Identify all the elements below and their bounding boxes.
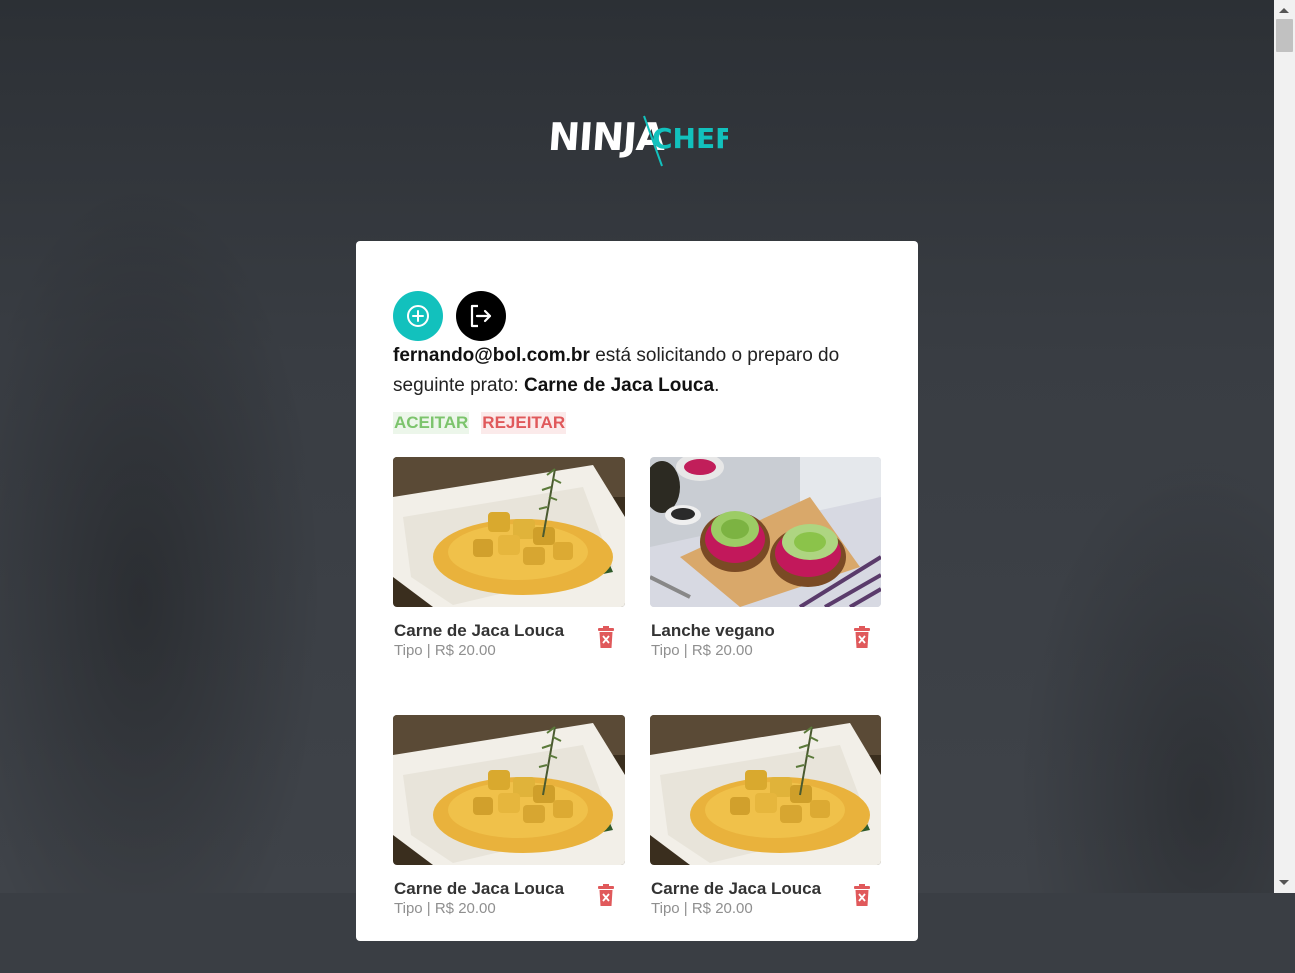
dish-card[interactable]: Carne de Jaca Louca Tipo | R$ 20.00 (650, 715, 881, 973)
dish-card[interactable]: Carne de Jaca Louca Tipo | R$ 20.00 (393, 457, 625, 715)
requested-dish-name: Carne de Jaca Louca (523, 375, 715, 396)
scrollbar-thumb[interactable] (1276, 19, 1293, 52)
add-dish-button[interactable] (393, 291, 443, 341)
dish-grid: Carne de Jaca Louca Tipo | R$ 20.00 Lanc… (393, 457, 882, 973)
plus-circle-icon (407, 305, 429, 327)
svg-text:NINJA: NINJA (548, 115, 668, 159)
logout-icon (470, 304, 492, 328)
delete-icon[interactable] (597, 626, 615, 648)
accept-button[interactable]: ACEITAR (393, 412, 470, 434)
dish-photo (650, 715, 881, 865)
scroll-down-arrow-icon[interactable] (1279, 880, 1289, 885)
logout-button[interactable] (456, 291, 506, 341)
ninjachef-logo: NINJA CHEF (548, 112, 728, 172)
dish-meta: Tipo | R$ 20.00 (651, 642, 753, 659)
reject-button[interactable]: REJEITAR (481, 412, 567, 434)
dish-photo (393, 457, 625, 607)
dish-meta: Tipo | R$ 20.00 (651, 900, 753, 917)
dish-meta: Tipo | R$ 20.00 (394, 900, 496, 917)
dish-name: Carne de Jaca Louca (651, 879, 822, 898)
requester-email: fernando@bol.com.br (393, 345, 590, 366)
delete-icon[interactable] (853, 884, 871, 906)
main-card: fernando@bol.com.br está solicitando o p… (356, 241, 918, 941)
dish-meta: Tipo | R$ 20.00 (394, 642, 496, 659)
dish-photo (393, 715, 625, 865)
dish-photo (650, 457, 881, 607)
scroll-up-arrow-icon[interactable] (1279, 8, 1289, 13)
order-request-message: fernando@bol.com.br está solicitando o p… (393, 341, 883, 401)
delete-icon[interactable] (597, 884, 615, 906)
request-text-end: . (714, 375, 720, 396)
dish-card[interactable]: Carne de Jaca Louca Tipo | R$ 20.00 (393, 715, 625, 973)
dish-name: Lanche vegano (651, 621, 775, 640)
dish-name: Carne de Jaca Louca (394, 879, 565, 898)
svg-text:CHEF: CHEF (652, 122, 728, 155)
request-actions: ACEITAR REJEITAR (393, 412, 567, 434)
delete-icon[interactable] (853, 626, 871, 648)
vertical-scrollbar[interactable] (1274, 0, 1295, 893)
dish-card[interactable]: Lanche vegano Tipo | R$ 20.00 (650, 457, 881, 715)
dish-name: Carne de Jaca Louca (394, 621, 565, 640)
